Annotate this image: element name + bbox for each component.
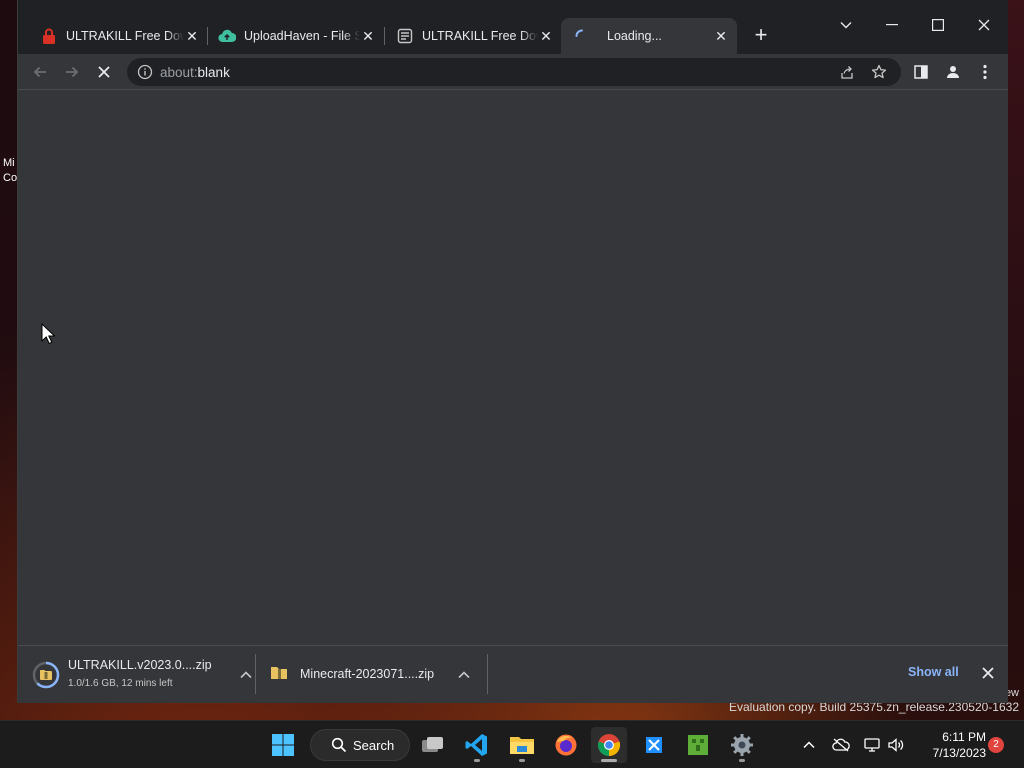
minecraft-launcher-app-icon[interactable] [680,727,716,763]
close-window-button[interactable] [970,12,998,38]
tab-close-icon[interactable]: ✕ [360,28,376,44]
taskbar: Search 6:11 PM 7/13/2023 2 [0,720,1024,768]
taskbar-search[interactable]: Search [310,729,410,761]
show-all-downloads-link[interactable]: Show all [908,665,959,679]
chevron-up-icon[interactable] [238,667,254,683]
address-host: blank [197,65,230,80]
download-item-minecraft[interactable]: Minecraft-2023071....zip [270,654,486,696]
zip-archive-icon [270,664,298,692]
tab-title: Loading... [607,29,662,43]
settings-app-icon[interactable] [724,727,760,763]
show-hidden-icons-chevron-icon[interactable] [799,735,819,755]
file-explorer-app-icon[interactable] [504,727,540,763]
desktop-icon-label-line2: Co [3,172,18,184]
tab-close-icon[interactable]: ✕ [713,28,729,44]
minimize-button[interactable] [878,12,906,38]
back-button[interactable] [28,60,52,84]
tab-uploadhaven[interactable]: UploadHaven - File Sharing ✕ [206,18,384,54]
search-icon [331,737,347,753]
clock-date: 7/13/2023 [932,746,986,760]
red-lock-site-icon [40,27,58,45]
download-separator [255,654,256,694]
tab-strip: ULTRAKILL Free Download ✕ UploadHaven - … [18,0,1008,54]
tab-title: ULTRAKILL Free Download [422,29,538,43]
desktop-icon-label-line1: Mi [3,157,15,169]
notification-badge[interactable]: 2 [988,737,1004,753]
running-indicator [739,759,745,762]
clock-time: 6:11 PM [942,730,986,744]
active-app-indicator [601,759,617,762]
taskbar-clock[interactable]: 6:11 PM 7/13/2023 [912,729,986,761]
download-bar: ULTRAKILL.v2023.0....zip 1.0/1.6 GB, 12 … [18,645,1008,703]
volume-icon[interactable] [886,735,906,755]
tab-close-icon[interactable]: ✕ [184,28,200,44]
forward-button[interactable] [60,60,84,84]
new-tab-button[interactable]: + [751,24,771,46]
vscode-app-icon[interactable] [459,727,495,763]
running-indicator [474,759,480,762]
loading-spinner-icon [573,27,591,45]
download-item-ultrakill[interactable]: ULTRAKILL.v2023.0....zip 1.0/1.6 GB, 12 … [32,654,254,696]
more-menu-icon[interactable] [973,60,997,84]
tab-title: UploadHaven - File Sharing [244,29,360,43]
firefox-app-icon[interactable] [548,727,584,763]
bookmark-star-icon[interactable] [869,62,889,82]
search-label: Search [353,737,395,753]
task-view-icon[interactable] [415,727,451,763]
network-icon[interactable] [862,735,882,755]
address-url[interactable]: about:blank [160,65,230,80]
snipping-tool-app-icon[interactable] [636,727,672,763]
profile-avatar-icon[interactable] [941,60,965,84]
download-separator [487,654,488,694]
download-filename: Minecraft-2023071....zip [300,667,435,681]
page-viewport[interactable] [18,90,1008,645]
download-filename: ULTRAKILL.v2023.0....zip [68,658,212,672]
share-icon[interactable] [837,62,857,82]
address-scheme: about: [160,65,198,80]
start-button[interactable] [265,727,301,763]
maximize-button[interactable] [924,12,952,38]
download-progress-ring-icon [32,661,60,689]
tab-ultrakill-1[interactable]: ULTRAKILL Free Download ✕ [28,18,208,54]
onedrive-offline-icon[interactable] [831,735,851,755]
mouse-cursor-icon [41,323,55,345]
browser-window: ULTRAKILL Free Download ✕ UploadHaven - … [17,0,1008,703]
tab-close-icon[interactable]: ✕ [538,28,554,44]
tab-title: ULTRAKILL Free Download [66,29,184,43]
address-bar[interactable]: about:blank [127,58,901,86]
running-indicator [519,759,525,762]
close-download-bar-icon[interactable] [979,664,997,682]
tab-search-chevron-icon[interactable] [832,12,860,38]
browser-toolbar: about:blank [18,54,1008,90]
cloud-upload-site-icon [218,27,236,45]
tab-ultrakill-2[interactable]: ULTRAKILL Free Download ✕ [384,18,562,54]
side-panel-icon[interactable] [909,60,933,84]
site-info-icon[interactable] [137,64,153,80]
download-status: 1.0/1.6 GB, 12 mins left [68,678,173,689]
chrome-app-icon[interactable] [591,727,627,763]
desktop-icon-label[interactable]: Mi Co [3,156,17,186]
stop-loading-button[interactable] [92,60,116,84]
tab-loading[interactable]: Loading... ✕ [561,18,737,54]
page-document-site-icon [396,27,414,45]
chevron-up-icon[interactable] [456,667,472,683]
